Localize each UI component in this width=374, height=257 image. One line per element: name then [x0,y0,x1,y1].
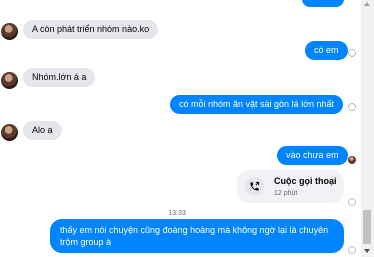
outgoing-message[interactable]: vào chưa em [277,146,348,165]
scroll-up-arrow-icon[interactable] [364,2,370,6]
scrollbar[interactable] [361,0,374,257]
message-timestamp: 13:33 [168,210,186,217]
phone-icon [250,181,260,191]
voice-call-card[interactable]: Cuộc gọi thoại 12 phút [237,170,344,203]
chat-thread: A còn phát triển nhóm nào.ko có em Nhóm.… [0,0,360,257]
outgoing-message-bubble-partial[interactable] [302,0,344,7]
call-icon-container [245,177,264,196]
contact-avatar[interactable] [1,72,18,89]
incoming-message[interactable]: Nhóm.lớn á a [23,68,96,87]
outgoing-message[interactable]: có em [305,41,348,60]
contact-avatar[interactable] [1,23,18,40]
call-duration: 12 phút [274,190,298,197]
outgoing-message[interactable]: có mỗi nhóm ăn vặt sài gòn lá lớn nhất [170,95,343,114]
incoming-message[interactable]: Alo a [23,121,62,140]
sent-status-icon [348,246,356,254]
scrollbar-thumb[interactable] [363,210,371,244]
call-title: Cuộc gọi thoại [274,176,337,186]
outgoing-message[interactable]: thấy em nói chuyện cũng đoàng hoàng mà k… [50,219,344,253]
scroll-down-arrow-icon[interactable] [364,249,370,253]
sent-status-icon [348,198,356,206]
contact-avatar[interactable] [1,124,18,141]
incoming-message[interactable]: A còn phát triển nhóm nào.ko [23,20,159,39]
sent-status-icon [348,49,356,57]
seen-avatar [348,156,356,164]
sent-status-icon [348,103,356,111]
